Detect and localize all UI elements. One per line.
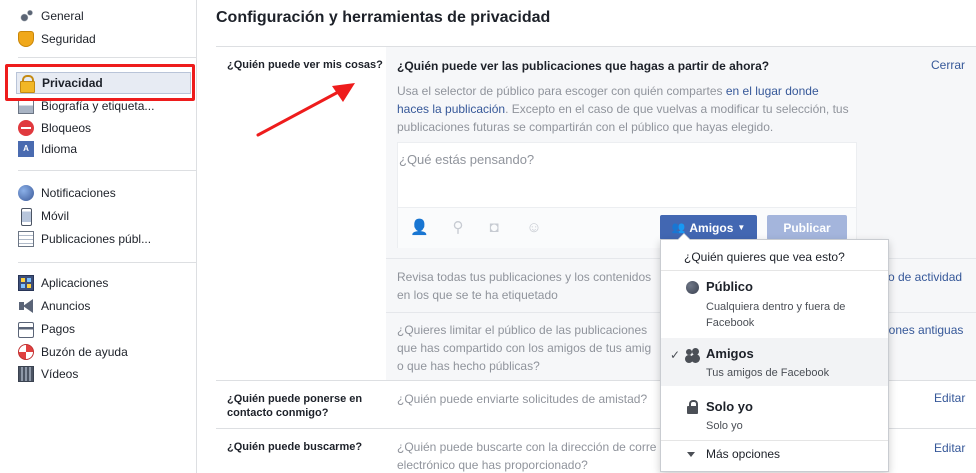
- sidebar-item-ads[interactable]: Anuncios: [18, 296, 90, 316]
- page-title: Configuración y herramientas de privacid…: [216, 9, 551, 26]
- sidebar-item-label: Anuncios: [41, 299, 91, 313]
- email-lookup-question: ¿Quién puede buscarte con la dirección d…: [397, 438, 656, 473]
- caret-down-icon: ▼: [737, 223, 746, 232]
- desc-link[interactable]: en el lugar donde: [726, 84, 819, 98]
- sidebar-item-label: Seguridad: [41, 32, 96, 46]
- option-subtitle: Cualquiera dentro y fuera de Facebook: [706, 301, 846, 329]
- sidebar-item-mobile[interactable]: Móvil: [18, 206, 69, 226]
- audience-selector-button[interactable]: 👥 Amigos ▼: [660, 215, 757, 240]
- activity-log-link[interactable]: ro de actividad: [884, 270, 962, 284]
- globe-icon: [686, 281, 699, 294]
- globe-icon: [18, 185, 34, 201]
- megaphone-icon: [18, 298, 34, 314]
- close-link[interactable]: Cerrar: [931, 58, 965, 72]
- location-pin-icon[interactable]: ⚲: [450, 220, 466, 236]
- security-badge-icon: [18, 31, 34, 47]
- sidebar-item-language[interactable]: A Idioma: [18, 139, 77, 159]
- edit-link[interactable]: Editar: [934, 441, 965, 455]
- sidebar-item-security[interactable]: Seguridad: [18, 29, 96, 49]
- audience-option-only-me[interactable]: Solo yo Solo yo: [661, 390, 888, 438]
- composer-input[interactable]: ¿Qué estás pensando?: [398, 143, 856, 207]
- review-text: en los que se te ha etiquetado: [397, 288, 558, 302]
- smiley-icon[interactable]: ☺: [526, 220, 542, 236]
- review-posts-text: Revisa todas tus publicaciones y los con…: [397, 268, 651, 304]
- sidebar-item-label: Bloqueos: [41, 121, 92, 135]
- sidebar-item-label: Vídeos: [41, 367, 79, 381]
- audience-dropdown: ¿Quién quieres que vea esto? Público Cua…: [660, 233, 889, 472]
- sidebar-item-label: Idioma: [41, 142, 78, 156]
- sidebar-item-general[interactable]: General: [18, 6, 84, 26]
- section-description: Usa el selector de público para escoger …: [397, 82, 867, 136]
- caret-down-icon: [687, 452, 695, 457]
- credit-card-icon: [18, 322, 34, 338]
- check-icon: ✓: [670, 348, 681, 362]
- audience-label: Amigos: [689, 220, 734, 235]
- camera-icon[interactable]: ◘: [486, 220, 502, 236]
- label-text: contacto conmigo?: [227, 407, 329, 419]
- more-options-link[interactable]: Más opciones: [706, 447, 780, 461]
- desc-text: . Excepto en el caso de que vuelvas a mo…: [505, 102, 849, 116]
- sidebar-item-label: Buzón de ayuda: [41, 345, 128, 359]
- limit-text: ¿Quieres limitar el público de las publi…: [397, 323, 648, 337]
- edit-link[interactable]: Editar: [934, 391, 965, 405]
- block-icon: [18, 120, 34, 136]
- friends-icon: [686, 348, 699, 361]
- friend-requests-question: ¿Quién puede enviarte solicitudes de ami…: [397, 392, 648, 406]
- limit-text: que has compartido con los amigos de tus…: [397, 341, 652, 355]
- section-question: ¿Quién puede ver las publicaciones que h…: [397, 59, 770, 73]
- mobile-phone-icon: [18, 208, 34, 226]
- review-text: Revisa todas tus publicaciones y los con…: [397, 270, 652, 284]
- desc-text: Usa el selector de público para escoger …: [397, 84, 723, 98]
- sidebar-divider: [18, 57, 196, 58]
- sidebar-item-notifications[interactable]: Notificaciones: [18, 183, 116, 203]
- gear-icon: [18, 8, 34, 24]
- publish-button[interactable]: Publicar: [767, 215, 847, 240]
- public-posts-icon: [18, 231, 34, 247]
- audience-option-public[interactable]: Público Cualquiera dentro y fuera de Fac…: [661, 271, 888, 337]
- sidebar-item-label: General: [41, 9, 84, 23]
- sidebar-item-blocking[interactable]: Bloqueos: [18, 118, 91, 138]
- sidebar-item-label: Pagos: [41, 322, 76, 336]
- sidebar-item-label: Notificaciones: [41, 186, 116, 200]
- limit-past-posts-link[interactable]: iones antiguas: [886, 323, 963, 337]
- label-text: ¿Quién puede ponerse en: [227, 393, 363, 405]
- dropdown-header: ¿Quién quieres que vea esto?: [684, 250, 845, 264]
- apps-icon: [18, 275, 34, 291]
- option-subtitle: Tus amigos de Facebook: [706, 367, 830, 379]
- sidebar-item-label: Biografía y etiqueta...: [41, 99, 155, 113]
- divider: [661, 440, 888, 441]
- question-text: ¿Quién puede buscarte con la dirección d…: [397, 440, 657, 454]
- settings-sidebar: General Seguridad Privacidad Biografía y…: [0, 0, 197, 473]
- question-text: electrónico que has proporcionado?: [397, 458, 588, 472]
- sidebar-item-label: Aplicaciones: [41, 276, 109, 290]
- lifebuoy-icon: [18, 344, 34, 360]
- limit-text: o que has hecho públicas?: [397, 359, 540, 373]
- section-label-who-can-see: ¿Quién puede ver mis cosas?: [227, 59, 383, 71]
- section-label-lookup: ¿Quién puede buscarme?: [227, 441, 363, 453]
- sidebar-item-label: Publicaciones públ...: [41, 232, 152, 246]
- option-title: Amigos: [706, 346, 754, 361]
- tag-friends-icon[interactable]: 👤: [410, 220, 429, 236]
- section-label-contact: ¿Quién puede ponerse en contacto conmigo…: [227, 392, 387, 420]
- sidebar-divider: [18, 170, 196, 171]
- sidebar-item-apps[interactable]: Aplicaciones: [18, 273, 108, 293]
- limit-past-posts-text: ¿Quieres limitar el público de las publi…: [397, 321, 651, 375]
- option-title: Solo yo: [706, 399, 753, 414]
- red-arrow-annotation: [256, 83, 355, 137]
- sidebar-item-payments[interactable]: Pagos: [18, 319, 75, 339]
- sidebar-item-support-inbox[interactable]: Buzón de ayuda: [18, 342, 128, 362]
- sidebar-item-label: Móvil: [41, 209, 70, 223]
- sidebar-item-videos[interactable]: Vídeos: [18, 364, 78, 384]
- language-icon: A: [18, 141, 34, 157]
- desc-link[interactable]: haces la publicación: [397, 102, 505, 116]
- sidebar-divider: [18, 262, 196, 263]
- desc-text: publicaciones futuras se compartirán con…: [397, 120, 774, 134]
- lock-icon: [686, 400, 699, 414]
- audience-option-friends[interactable]: ✓ Amigos Tus amigos de Facebook: [661, 338, 888, 386]
- option-title: Público: [706, 279, 753, 294]
- highlight-box: [5, 64, 195, 101]
- sidebar-item-public-posts[interactable]: Publicaciones públ...: [18, 229, 151, 249]
- option-subtitle: Solo yo: [706, 420, 743, 432]
- film-icon: [18, 366, 34, 382]
